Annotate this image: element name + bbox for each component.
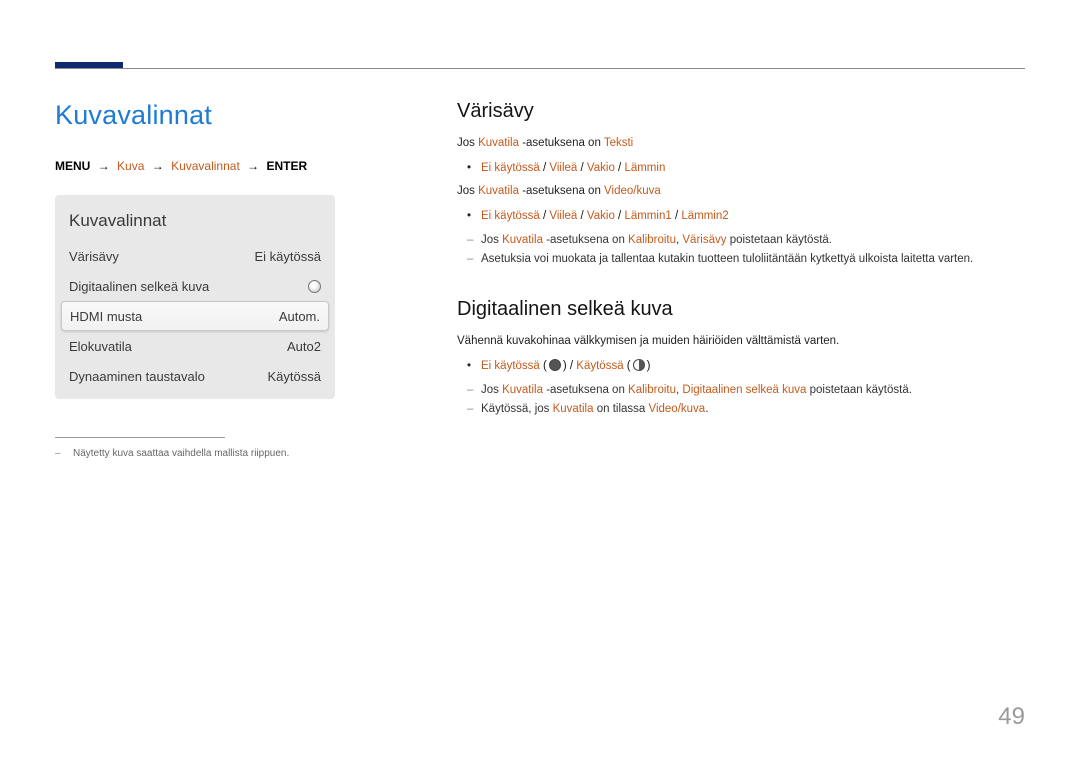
menu-row[interactable]: Värisävy Ei käytössä xyxy=(55,241,335,271)
text-fragment: Käytössä, jos xyxy=(481,403,553,415)
accent-text: Video/kuva xyxy=(649,403,706,415)
accent-text: Viileä xyxy=(549,162,577,174)
accent-text: Vakio xyxy=(587,210,615,222)
text-line: Jos Kuvatila -asetuksena on Video/kuva xyxy=(457,183,1025,201)
text-fragment: poistetaan käytöstä. xyxy=(727,234,832,246)
toggle-off-icon xyxy=(308,280,321,293)
text-fragment: Jos xyxy=(481,234,502,246)
bullet-item: Ei käytössä / Viileä / Vakio / Lämmin1 /… xyxy=(457,207,1025,225)
dash-item: Jos Kuvatila -asetuksena on Kalibroitu, … xyxy=(457,381,1025,399)
menu-row-selected[interactable]: HDMI musta Autom. xyxy=(61,301,329,331)
menu-row[interactable]: Dynaaminen taustavalo Käytössä xyxy=(55,361,335,391)
menu-row[interactable]: Digitaalinen selkeä kuva xyxy=(55,271,335,301)
accent-text: Kuvatila xyxy=(478,185,519,197)
menu-row-value: Auto2 xyxy=(287,339,321,354)
accent-text: Vakio xyxy=(587,162,615,174)
text-fragment: ( xyxy=(624,360,631,372)
left-column: Kuvavalinnat MENU → Kuva → Kuvavalinnat … xyxy=(55,100,395,459)
accent-text: Lämmin1 xyxy=(624,210,671,222)
breadcrumb-item-kuva: Kuva xyxy=(117,159,144,173)
menu-row-value: Ei käytössä xyxy=(255,249,321,264)
footnote: Näytetty kuva saattaa vaihdella mallista… xyxy=(55,448,395,459)
accent-text: Viileä xyxy=(549,210,577,222)
menu-row-label: Värisävy xyxy=(69,249,119,264)
accent-text: Teksti xyxy=(604,137,633,149)
circle-on-icon xyxy=(633,359,645,371)
page-title: Kuvavalinnat xyxy=(55,100,395,131)
right-column: Värisävy Jos Kuvatila -asetuksena on Tek… xyxy=(457,100,1025,459)
content: Kuvavalinnat MENU → Kuva → Kuvavalinnat … xyxy=(55,100,1025,459)
bullet-item: Ei käytössä / Viileä / Vakio / Lämmin xyxy=(457,159,1025,177)
top-rule xyxy=(55,68,1025,69)
menu-row[interactable]: Elokuvatila Auto2 xyxy=(55,331,335,361)
breadcrumb-arrow: → xyxy=(148,159,168,173)
page-number: 49 xyxy=(998,703,1025,731)
bullet-list: Ei käytössä / Viileä / Vakio / Lämmin xyxy=(457,159,1025,177)
breadcrumb-menu: MENU xyxy=(55,159,90,173)
accent-text: Värisävy xyxy=(682,234,726,246)
text-line: Vähennä kuvakohinaa välkkymisen ja muide… xyxy=(457,333,1025,351)
text-fragment: Jos xyxy=(457,137,478,149)
accent-text: Ei käytössä xyxy=(481,210,540,222)
menu-box: Kuvavalinnat Värisävy Ei käytössä Digita… xyxy=(55,195,335,399)
bullet-item: Ei käytössä () / Käytössä () xyxy=(457,357,1025,375)
text-fragment: -asetuksena on xyxy=(519,185,604,197)
accent-text: Kuvatila xyxy=(478,137,519,149)
text-fragment: -asetuksena on xyxy=(543,384,628,396)
breadcrumb-enter: ENTER xyxy=(266,159,307,173)
menu-title: Kuvavalinnat xyxy=(55,205,335,241)
accent-text: Kuvatila xyxy=(502,384,543,396)
footnote-rule xyxy=(55,437,225,438)
accent-text: Kalibroitu xyxy=(628,384,676,396)
text-line: Jos Kuvatila -asetuksena on Teksti xyxy=(457,135,1025,153)
accent-text: Video/kuva xyxy=(604,185,661,197)
dash-list: Jos Kuvatila -asetuksena on Kalibroitu, … xyxy=(457,381,1025,418)
circle-off-icon xyxy=(549,359,561,371)
text-fragment: . xyxy=(705,403,708,415)
menu-row-value: Käytössä xyxy=(268,369,321,384)
text-fragment: ) xyxy=(563,360,567,372)
accent-text: Kalibroitu xyxy=(628,234,676,246)
menu-row-label: Digitaalinen selkeä kuva xyxy=(69,279,209,294)
breadcrumb-arrow: → xyxy=(94,159,114,173)
footnote-mark xyxy=(55,448,63,459)
text-fragment: -asetuksena on xyxy=(543,234,628,246)
section-heading-varisavy: Värisävy xyxy=(457,100,1025,123)
footnote-text: Näytetty kuva saattaa vaihdella mallista… xyxy=(73,448,289,459)
menu-row-label: Dynaaminen taustavalo xyxy=(69,369,205,384)
dash-item: Asetuksia voi muokata ja tallentaa kutak… xyxy=(457,250,1025,268)
accent-text: Ei käytössä xyxy=(481,360,540,372)
accent-text: Digitaalinen selkeä kuva xyxy=(682,384,806,396)
text-fragment: Jos xyxy=(481,384,502,396)
dash-item: Jos Kuvatila -asetuksena on Kalibroitu, … xyxy=(457,231,1025,249)
dash-item: Käytössä, jos Kuvatila on tilassa Video/… xyxy=(457,400,1025,418)
top-rule-accent xyxy=(55,62,123,68)
breadcrumb-item-kuvavalinnat: Kuvavalinnat xyxy=(171,159,240,173)
breadcrumb: MENU → Kuva → Kuvavalinnat → ENTER xyxy=(55,159,395,173)
menu-row-label: Elokuvatila xyxy=(69,339,132,354)
accent-text: Kuvatila xyxy=(502,234,543,246)
accent-text: Lämmin xyxy=(624,162,665,174)
menu-row-label: HDMI musta xyxy=(70,309,142,324)
menu-row-value: Autom. xyxy=(279,309,320,324)
accent-text: Lämmin2 xyxy=(681,210,728,222)
accent-text: Käytössä xyxy=(576,360,623,372)
text-fragment: on tilassa xyxy=(594,403,649,415)
bullet-list: Ei käytössä () / Käytössä () xyxy=(457,357,1025,375)
text-fragment: Jos xyxy=(457,185,478,197)
accent-text: Ei käytössä xyxy=(481,162,540,174)
section-heading-digitaalinen: Digitaalinen selkeä kuva xyxy=(457,298,1025,321)
breadcrumb-arrow: → xyxy=(243,159,263,173)
text-fragment: ( xyxy=(540,360,547,372)
text-fragment: -asetuksena on xyxy=(519,137,604,149)
accent-text: Kuvatila xyxy=(553,403,594,415)
dash-list: Jos Kuvatila -asetuksena on Kalibroitu, … xyxy=(457,231,1025,268)
bullet-list: Ei käytössä / Viileä / Vakio / Lämmin1 /… xyxy=(457,207,1025,225)
text-fragment: ) xyxy=(647,360,651,372)
text-fragment: poistetaan käytöstä. xyxy=(806,384,911,396)
